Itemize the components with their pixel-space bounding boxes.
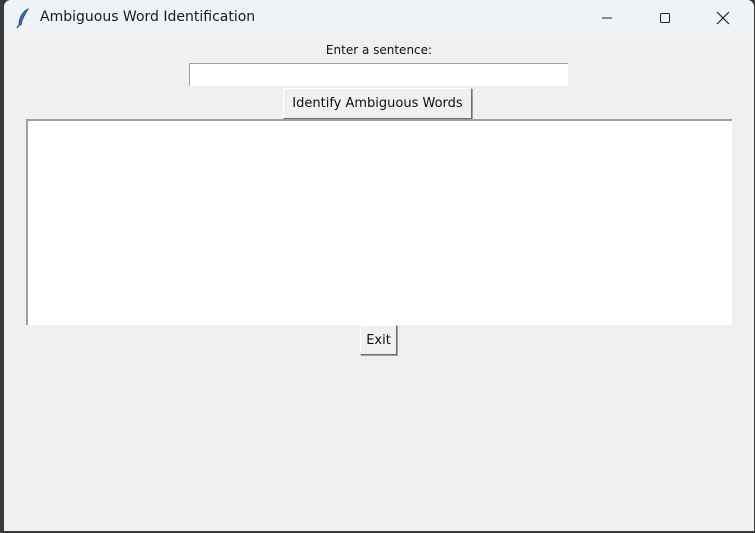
maximize-button[interactable] xyxy=(642,0,688,36)
exit-button[interactable]: Exit xyxy=(360,325,397,355)
sentence-input[interactable] xyxy=(189,63,568,86)
result-text-area[interactable] xyxy=(26,119,732,325)
title-bar[interactable]: Ambiguous Word Identification xyxy=(4,0,754,36)
identify-ambiguous-words-button[interactable]: Identify Ambiguous Words xyxy=(283,88,472,119)
minimize-icon xyxy=(602,17,612,19)
close-button[interactable] xyxy=(700,0,746,36)
app-window: Ambiguous Word Identification Enter a se… xyxy=(4,0,754,531)
close-icon xyxy=(716,11,730,25)
maximize-icon xyxy=(660,13,670,23)
minimize-button[interactable] xyxy=(584,0,630,36)
sentence-prompt-label: Enter a sentence: xyxy=(325,43,433,57)
window-title: Ambiguous Word Identification xyxy=(40,9,256,25)
feather-icon xyxy=(16,8,30,28)
